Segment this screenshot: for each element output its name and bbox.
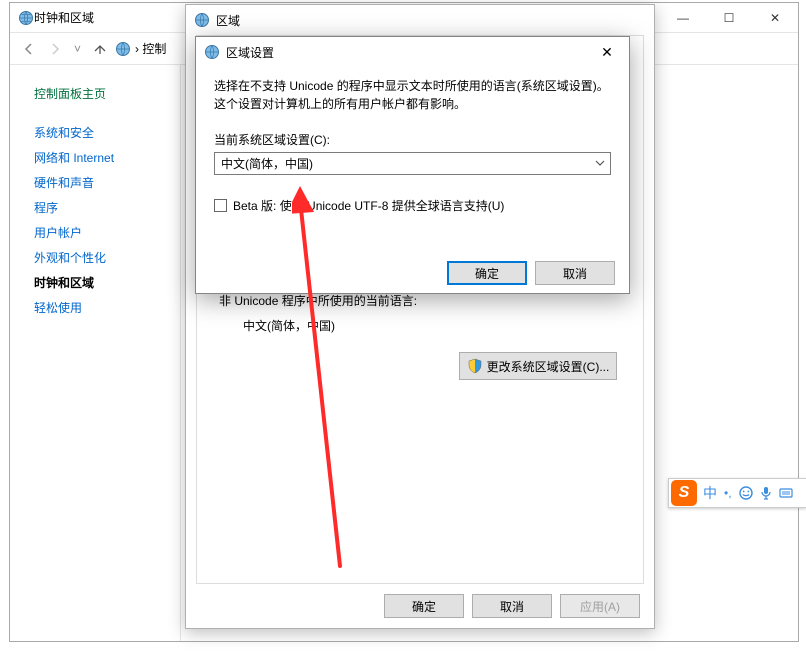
close-button[interactable]: ✕ [593,40,621,64]
sidebar-item-system-security[interactable]: 系统和安全 [34,120,180,145]
minimize-button[interactable]: — [660,3,706,33]
close-button[interactable]: ✕ [752,3,798,33]
sidebar-item-hardware-sound[interactable]: 硬件和声音 [34,170,180,195]
sidebar-heading[interactable]: 控制面板主页 [34,85,180,102]
chevron-down-icon [594,156,606,173]
sidebar-item-user-accounts[interactable]: 用户帐户 [34,220,180,245]
dialog-body: 选择在不支持 Unicode 的程序中显示文本时所使用的语言(系统区域设置)。这… [196,67,629,253]
breadcrumb[interactable]: › 控制 [115,40,166,57]
dropdown-chevron-icon[interactable]: ˅ [74,42,81,56]
ime-icons: 中 •, [703,483,793,503]
ime-mode-button[interactable]: 中 [703,483,717,503]
button-row: 确定 取消 应用(A) [196,584,644,628]
sogou-logo-icon[interactable]: S [671,480,697,506]
apply-button[interactable]: 应用(A) [560,594,640,618]
titlebar: 区域 [186,5,654,35]
ime-keyboard-icon[interactable] [779,486,793,500]
beta-utf8-checkbox-row[interactable]: Beta 版: 使用 Unicode UTF-8 提供全球语言支持(U) [214,197,611,214]
ok-button[interactable]: 确定 [447,261,527,285]
sidebar-item-appearance[interactable]: 外观和个性化 [34,245,180,270]
back-arrow-icon[interactable] [18,38,40,60]
ime-punct-icon[interactable]: •, [724,487,732,499]
sidebar-item-network[interactable]: 网络和 Internet [34,145,180,170]
dialog-title: 区域设置 [226,44,593,61]
ime-toolbar[interactable]: S 中 •, [668,478,806,508]
sidebar-item-programs[interactable]: 程序 [34,195,180,220]
globe-icon [18,10,34,26]
up-arrow-icon[interactable] [89,38,111,60]
sidebar: 控制面板主页 系统和安全 网络和 Internet 硬件和声音 程序 用户帐户 … [10,65,180,641]
window-controls: — ☐ ✕ [660,3,798,33]
ime-emoji-icon[interactable] [739,486,753,500]
sidebar-item-clock-region[interactable]: 时钟和区域 [34,270,180,295]
region-settings-dialog: 区域设置 ✕ 选择在不支持 Unicode 的程序中显示文本时所使用的语言(系统… [195,36,630,294]
system-locale-combobox[interactable]: 中文(简体，中国) [214,152,611,175]
cancel-button[interactable]: 取消 [472,594,552,618]
sidebar-item-ease-of-access[interactable]: 轻松使用 [34,295,180,320]
button-label: 更改系统区域设置(C)... [487,358,610,375]
non-unicode-value: 中文(简体，中国) [243,317,621,334]
ime-mic-icon[interactable] [760,486,772,500]
maximize-button[interactable]: ☐ [706,3,752,33]
checkbox-label: Beta 版: 使用 Unicode UTF-8 提供全球语言支持(U) [233,197,504,214]
forward-arrow-icon[interactable] [44,38,66,60]
button-row: 确定 取消 [196,253,629,293]
globe-icon [194,12,210,28]
change-system-locale-button[interactable]: 更改系统区域设置(C)... [459,352,617,380]
globe-icon [115,41,131,57]
checkbox-icon[interactable] [214,199,227,212]
shield-icon [467,358,483,374]
breadcrumb-text: › 控制 [135,40,166,57]
combo-label: 当前系统区域设置(C): [214,131,611,148]
globe-icon [204,44,220,60]
non-unicode-label: 非 Unicode 程序中所使用的当前语言: [219,292,621,309]
description-text: 选择在不支持 Unicode 的程序中显示文本时所使用的语言(系统区域设置)。这… [214,77,611,113]
ok-button[interactable]: 确定 [384,594,464,618]
combo-value: 中文(简体，中国) [221,155,313,172]
titlebar: 区域设置 ✕ [196,37,629,67]
window-title: 区域 [216,12,654,29]
cancel-button[interactable]: 取消 [535,261,615,285]
